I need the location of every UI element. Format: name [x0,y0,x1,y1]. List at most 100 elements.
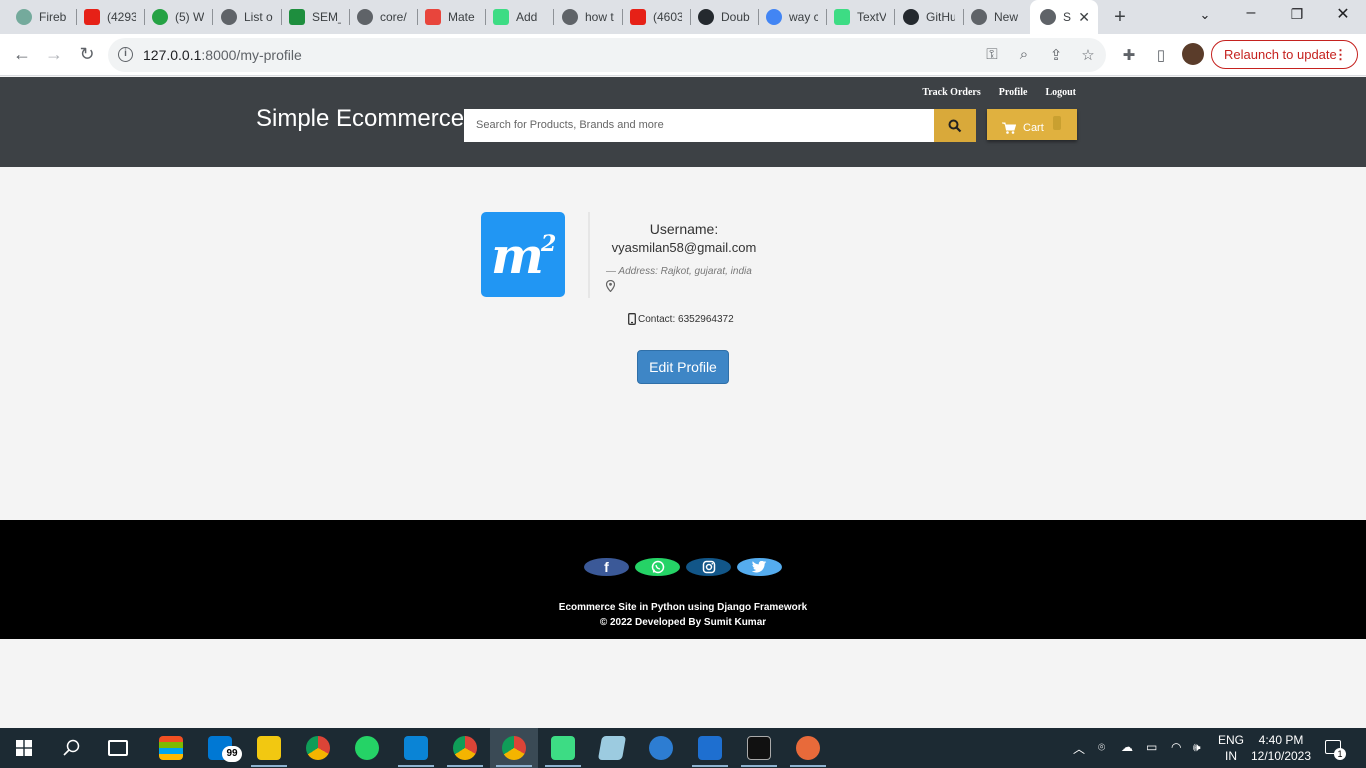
tab-15[interactable]: New [971,4,1023,30]
site-footer: f Ecommerce Site in Python using Django … [0,520,1366,639]
zoom-icon[interactable]: ⌕ [1014,46,1034,63]
profile-image: m 2 [481,212,565,297]
side-panel-icon[interactable]: ▯ [1151,46,1171,64]
volume-icon[interactable]: 🕪 [1193,740,1201,755]
battery-icon[interactable]: ▭ [1146,740,1157,754]
svg-text:m: m [491,226,544,285]
store-icon[interactable] [159,736,183,760]
tab-9[interactable]: how t [562,4,614,30]
edit-profile-button[interactable]: Edit Profile [637,350,729,384]
cart-count-badge [1053,116,1061,130]
tab-8[interactable]: Add [493,4,545,30]
terminal-running-indicator [741,765,777,767]
whatsapp-app-icon[interactable] [355,736,379,760]
close-window-button[interactable]: ✕ [1328,4,1358,24]
tab-5[interactable]: SEM_ [289,4,341,30]
taskbar-search-icon[interactable] [63,739,81,757]
wifi-icon[interactable]: ◠ [1171,740,1181,754]
tab-4[interactable]: List o [221,4,273,30]
tab-10[interactable]: (4603 [630,4,682,30]
tab-11[interactable]: Doub [698,4,750,30]
photos-icon[interactable] [698,736,722,760]
file-explorer-icon[interactable] [257,736,281,760]
tab-14[interactable]: GitHu [903,4,955,30]
more-menu-icon[interactable]: ⋮ [1334,41,1347,68]
facebook-link[interactable]: f [584,558,629,576]
tab-7[interactable]: Mate [425,4,477,30]
tab-6[interactable]: core/ [357,4,409,30]
tab-separator [963,9,964,25]
app-store-icon[interactable] [649,736,673,760]
back-button[interactable]: ← [11,44,33,65]
tab-label: (4603 [653,10,682,24]
tab-13[interactable]: TextV [834,4,886,30]
chrome-running-indicator [447,765,483,767]
site-info-icon[interactable]: i [118,47,133,62]
brand-logo-text[interactable]: Simple Ecommerce [256,105,464,133]
tab-label: SEM_ [312,10,341,24]
url-text[interactable]: 127.0.0.1:8000/my-profile [143,47,302,63]
search-input[interactable]: Search for Products, Brands and more [464,109,934,142]
photos-running-indicator [692,765,728,767]
android-icon [493,9,509,25]
instagram-link[interactable] [686,558,731,576]
android-studio-icon[interactable] [551,736,575,760]
vscode-icon[interactable] [404,736,428,760]
windows-start-icon[interactable] [16,740,32,756]
globe-icon [221,9,237,25]
nav-link-profile[interactable]: Profile [999,87,1028,98]
tab-label: way c [789,10,818,24]
twitter-link[interactable] [737,558,782,576]
tab-label: how t [585,10,614,24]
show-hidden-icons[interactable]: ︿ [1073,740,1085,757]
meet-now-icon[interactable]: ⌾ [1098,740,1105,755]
share-icon[interactable]: ⇪ [1046,46,1066,64]
profile-avatar[interactable] [1182,43,1204,65]
nav-link-track-orders[interactable]: Track Orders [922,87,980,98]
bookmark-star-icon[interactable]: ☆ [1078,46,1098,64]
explorer-running-indicator [251,765,287,767]
tab-label: List o [244,10,273,24]
cart-button[interactable]: Cart [987,109,1077,140]
tab-separator [894,9,895,25]
footer-copyright: © 2022 Developed By Sumit Kumar [599,617,767,628]
language-indicator[interactable]: ENG IN [1218,732,1244,764]
minimize-button[interactable]: – [1236,4,1266,22]
chrome-icon[interactable] [306,736,330,760]
address-bar[interactable]: i 127.0.0.1:8000/my-profile ⚿ ⌕ ⇪ ☆ [108,38,1106,72]
onedrive-icon[interactable]: ☁ [1121,740,1133,754]
tab-1[interactable]: Fireb [16,4,68,30]
globe-icon [1040,9,1056,25]
tab-separator [758,9,759,25]
youtube-icon [84,9,100,25]
new-tab-button[interactable]: + [1110,6,1130,29]
notes-app-icon[interactable] [597,736,627,760]
openai-icon [16,9,32,25]
tab-label: New [994,10,1019,24]
task-view-icon[interactable] [108,740,128,756]
url-path: :8000/my-profile [201,47,302,63]
close-tab-icon[interactable]: ✕ [1078,9,1090,26]
terminal-icon[interactable] [747,736,771,760]
tab-search-icon[interactable]: ⌄ [1190,7,1220,23]
search-button[interactable] [934,109,976,142]
extensions-icon[interactable]: ✚ [1119,46,1139,64]
tab-3[interactable]: (5) W [152,4,204,30]
tab-2[interactable]: (4293 [84,4,136,30]
tab-separator [485,9,486,25]
chrome-active-icon[interactable] [502,736,526,760]
twitter-icon [752,561,767,573]
git-gui-icon[interactable] [796,736,820,760]
clock[interactable]: 4:40 PM 12/10/2023 [1250,732,1312,764]
restore-button[interactable]: ❐ [1282,6,1312,23]
key-icon[interactable]: ⚿ [982,46,1002,63]
globe-icon [357,9,373,25]
forward-button[interactable]: → [43,44,65,65]
nav-link-logout[interactable]: Logout [1045,87,1076,98]
reload-button[interactable]: ↻ [76,44,98,65]
whatsapp-link[interactable] [635,558,680,576]
tab-12[interactable]: way c [766,4,818,30]
relaunch-button[interactable]: Relaunch to update ⋮ [1211,40,1358,69]
chrome-profile-icon[interactable] [453,736,477,760]
tab-active[interactable]: S ✕ [1030,0,1098,34]
